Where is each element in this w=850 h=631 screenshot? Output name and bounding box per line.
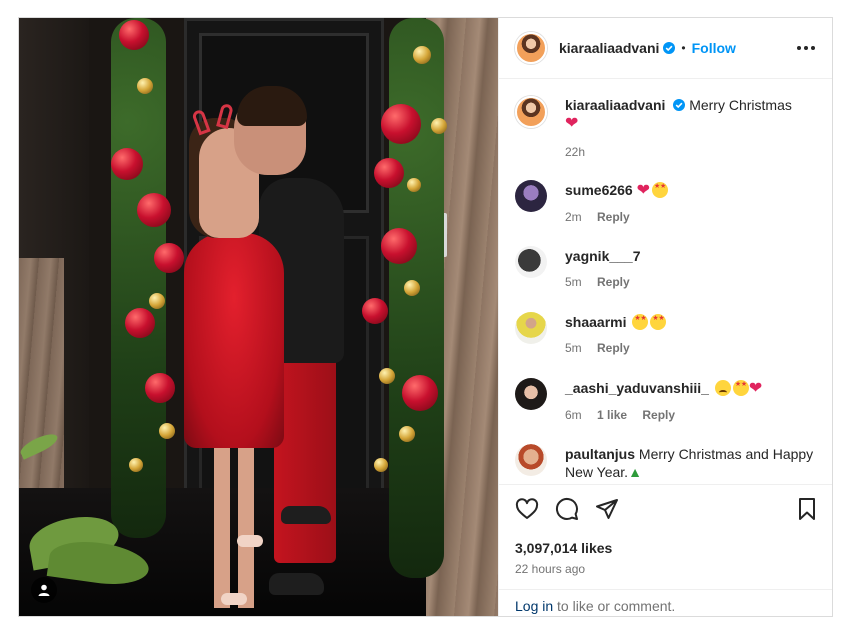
- caption-text: Merry Christmas: [689, 97, 792, 113]
- share-icon[interactable]: [595, 497, 619, 521]
- author-username[interactable]: kiaraaliaadvani: [559, 40, 659, 56]
- comment-time: 5m: [565, 341, 582, 355]
- photo-ornament: [154, 243, 184, 273]
- comment-item: _aashi_yaduvanshiii_ ❤ 6m 1 like Reply: [515, 378, 820, 424]
- comment-username[interactable]: yagnik___7: [565, 248, 641, 264]
- photo-ornament: [399, 426, 415, 442]
- christmas-tree-emoji: ▲: [628, 464, 642, 480]
- follow-button[interactable]: Follow: [692, 40, 736, 56]
- likes-count[interactable]: 3,097,014 likes: [515, 540, 612, 556]
- photo-ornament: [381, 228, 417, 264]
- like-icon[interactable]: [515, 497, 539, 521]
- caption: kiaraaliaadvani Merry Christmas ❤ 22h: [515, 96, 820, 161]
- photo-ornament: [145, 373, 175, 403]
- photo-ornament: [431, 118, 447, 134]
- caption-username[interactable]: kiaraaliaadvani: [565, 97, 665, 113]
- photo-ornament: [374, 158, 404, 188]
- heart-emoji: ❤: [636, 182, 651, 199]
- commenter-avatar[interactable]: [515, 180, 547, 212]
- save-icon[interactable]: [795, 497, 819, 521]
- reply-button[interactable]: Reply: [597, 210, 630, 224]
- post-time: 22 hours ago: [515, 562, 586, 576]
- comment-time: 5m: [565, 275, 582, 289]
- comment-time: 2m: [565, 210, 582, 224]
- sad-face-emoji: [714, 380, 731, 396]
- star-struck-emoji: [650, 314, 667, 330]
- commenter-avatar[interactable]: [515, 312, 547, 344]
- photo-ornament: [137, 78, 153, 94]
- reply-button[interactable]: Reply: [597, 341, 630, 355]
- photo-ornament: [379, 368, 395, 384]
- user-tag-icon[interactable]: [31, 577, 57, 603]
- commenter-avatar[interactable]: [515, 444, 547, 476]
- star-struck-emoji: [652, 182, 669, 198]
- comment-likes[interactable]: 1 like: [597, 408, 627, 422]
- reply-button[interactable]: Reply: [597, 275, 630, 289]
- post-card: kiaraaliaadvani • Follow kiaraaliaadvani: [18, 17, 833, 617]
- comment-item: sume6266 ❤ 2m Reply: [515, 180, 820, 226]
- photo-ornament: [381, 104, 421, 144]
- caption-time: 22h: [565, 145, 586, 159]
- comment-icon[interactable]: [555, 497, 579, 521]
- photo-garland-right: [389, 18, 444, 578]
- commenter-avatar[interactable]: [515, 378, 547, 410]
- verified-badge-icon: [673, 99, 686, 111]
- header-separator: •: [681, 41, 686, 55]
- photo-ornament: [159, 423, 175, 439]
- photo-leaf: [46, 536, 152, 590]
- more-options-icon[interactable]: [796, 38, 816, 58]
- photo-marble-left: [19, 258, 64, 518]
- photo-shoe: [281, 506, 331, 524]
- photo-person: [214, 443, 254, 608]
- photo-ornament: [125, 308, 155, 338]
- reply-button[interactable]: Reply: [642, 408, 675, 422]
- photo-ornament: [362, 298, 388, 324]
- photo-shoe: [237, 535, 263, 547]
- caption-avatar[interactable]: [515, 96, 547, 128]
- comment-username[interactable]: sume6266: [565, 182, 633, 198]
- heart-emoji: ❤: [748, 380, 763, 397]
- photo-ornament: [137, 193, 171, 227]
- comment-time: 6m: [565, 408, 582, 422]
- photo-ornament: [374, 458, 388, 472]
- comment-username[interactable]: _aashi_yaduvanshiii_: [565, 380, 709, 396]
- photo-ornament: [402, 375, 438, 411]
- comment-item: shaaarmi 5m Reply: [515, 312, 820, 357]
- login-prompt-text: to like or comment.: [553, 598, 676, 614]
- comment-item: paultanjus Merry Christmas and Happy New…: [515, 444, 820, 481]
- star-struck-emoji: [632, 314, 649, 330]
- verified-badge-icon: [663, 42, 676, 54]
- photo-shoe: [269, 573, 324, 595]
- photo-ornament: [149, 293, 165, 309]
- photo-ornament: [129, 458, 143, 472]
- author-avatar[interactable]: [515, 32, 547, 64]
- photo-ornament: [407, 178, 421, 192]
- star-struck-emoji: [732, 380, 749, 396]
- photo-ornament: [413, 46, 431, 64]
- photo-shoe: [221, 593, 247, 605]
- comments-list[interactable]: kiaraaliaadvani Merry Christmas ❤ 22h su…: [499, 80, 832, 484]
- login-link[interactable]: Log in: [515, 598, 553, 614]
- comment-item: yagnik___7 5m Reply: [515, 246, 820, 291]
- post-header: kiaraaliaadvani • Follow: [499, 18, 832, 79]
- photo-ornament: [404, 280, 420, 296]
- photo-person: [184, 233, 284, 448]
- comment-username[interactable]: paultanjus: [565, 446, 635, 462]
- login-prompt: Log in to like or comment.: [499, 589, 832, 616]
- heart-emoji: ❤: [565, 115, 579, 132]
- post-actions: 3,097,014 likes 22 hours ago Log in to l…: [499, 484, 832, 616]
- post-photo[interactable]: [19, 18, 498, 616]
- commenter-avatar[interactable]: [515, 246, 547, 278]
- post-side-panel: kiaraaliaadvani • Follow kiaraaliaadvani: [498, 18, 832, 616]
- photo-ornament: [111, 148, 143, 180]
- photo-ornament: [119, 20, 149, 50]
- comment-username[interactable]: shaaarmi: [565, 314, 626, 330]
